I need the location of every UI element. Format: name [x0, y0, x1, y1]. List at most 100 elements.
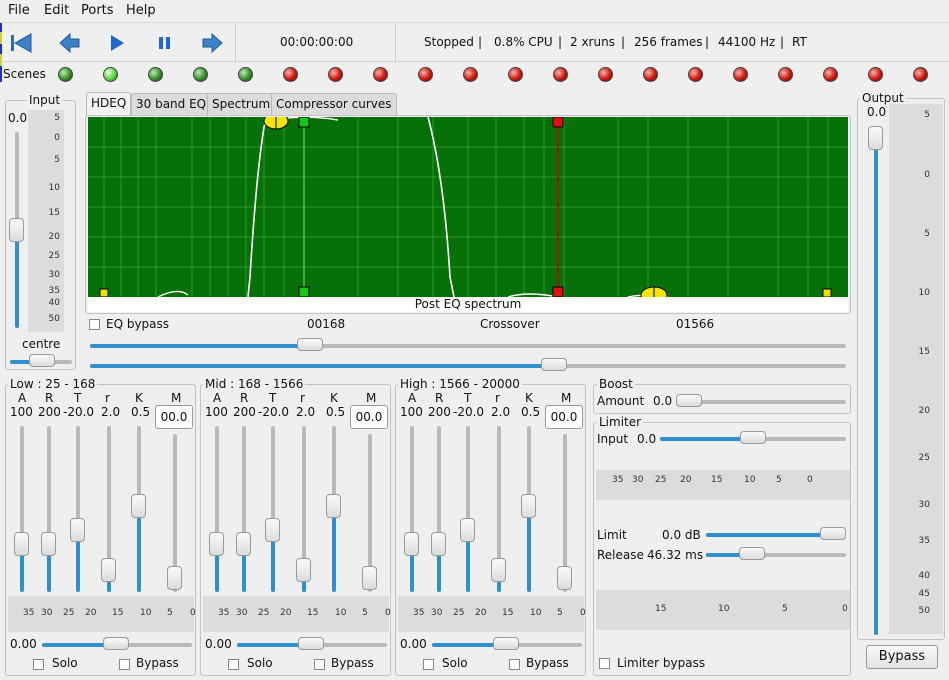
menu-file[interactable]: File — [8, 3, 30, 18]
band-param-value: 100 — [10, 405, 33, 419]
toolbar-separator — [235, 23, 236, 63]
band-makeup-slider[interactable] — [362, 566, 377, 590]
scene-led-3[interactable] — [148, 67, 163, 82]
output-meter-tick: 15 — [918, 347, 930, 357]
scene-led-16[interactable] — [733, 67, 748, 82]
scene-led-6[interactable] — [283, 67, 298, 82]
menu-edit[interactable]: Edit — [44, 3, 69, 18]
low-crossover-slider[interactable] — [297, 338, 323, 351]
tab-spectrum[interactable]: Spectrum — [207, 93, 276, 115]
band-gain-slider[interactable] — [493, 637, 519, 650]
scene-led-18[interactable] — [823, 67, 838, 82]
scene-led-5[interactable] — [238, 67, 253, 82]
input-balance-slider[interactable] — [29, 354, 55, 367]
tab-compressor-curves[interactable]: Compressor curves — [271, 93, 397, 115]
scene-led-13[interactable] — [598, 67, 613, 82]
scene-led-4[interactable] — [193, 67, 208, 82]
output-gain-value: 0.0 — [867, 105, 887, 119]
band-makeup-slider[interactable] — [557, 566, 572, 590]
forward-button[interactable] — [200, 31, 224, 55]
eq-bypass-checkbox[interactable] — [89, 319, 100, 330]
eq-band-handle-right[interactable] — [822, 288, 832, 297]
tab-hdeq[interactable]: HDEQ — [86, 92, 132, 116]
input-meter-tick: 10 — [48, 183, 60, 193]
scene-led-15[interactable] — [688, 67, 703, 82]
band-ratio-slider[interactable] — [491, 558, 506, 582]
band-release-slider[interactable] — [41, 532, 56, 556]
boost-amount-track[interactable] — [678, 400, 846, 404]
transport-time: 00:00:00:00 — [280, 35, 354, 49]
limiter-input-value: 0.0 — [637, 432, 657, 446]
scene-led-14[interactable] — [643, 67, 658, 82]
scene-led-12[interactable] — [553, 67, 568, 82]
output-gain-fill — [874, 140, 878, 635]
band-solo-checkbox[interactable] — [33, 659, 44, 670]
eq-curve-display[interactable] — [88, 117, 848, 297]
input-gain-slider[interactable] — [9, 218, 24, 242]
band-gain-slider[interactable] — [103, 637, 129, 650]
high-crossover-top-handle[interactable] — [552, 117, 564, 128]
band-solo-label: Solo — [442, 656, 468, 670]
menu-ports[interactable]: Ports — [81, 3, 114, 18]
band-threshold-slider[interactable] — [460, 518, 475, 542]
band-attack-slider[interactable] — [209, 532, 224, 556]
band-knee-slider[interactable] — [326, 494, 341, 518]
band-knee-slider[interactable] — [521, 494, 536, 518]
band-param-value: 0.5 — [326, 405, 346, 419]
scene-led-2[interactable] — [103, 67, 118, 82]
high-crossover-bottom-handle[interactable] — [552, 286, 564, 297]
band-gain-slider[interactable] — [298, 637, 324, 650]
scene-led-8[interactable] — [373, 67, 388, 82]
band-meter-tick: 10 — [335, 608, 347, 618]
band-makeup-slider[interactable] — [167, 566, 182, 590]
band-solo-label: Solo — [247, 656, 273, 670]
high-crossover-slider[interactable] — [541, 358, 567, 371]
scene-led-19[interactable] — [868, 67, 883, 82]
scenes-row: Scenes — [0, 62, 949, 88]
band-knee-slider[interactable] — [131, 494, 146, 518]
menu-help[interactable]: Help — [126, 3, 156, 18]
scene-led-7[interactable] — [328, 67, 343, 82]
scene-led-20[interactable] — [913, 67, 928, 82]
eq-band-handle-left[interactable] — [99, 288, 109, 297]
low-crossover-top-handle[interactable] — [298, 117, 310, 128]
limiter-input-slider[interactable] — [740, 431, 766, 444]
limiter-limit-slider[interactable] — [820, 527, 846, 540]
scene-led-11[interactable] — [508, 67, 523, 82]
band-threshold-slider[interactable] — [265, 518, 280, 542]
band-makeup-value-box[interactable]: 00.0 — [350, 405, 388, 429]
band-bypass-checkbox[interactable] — [314, 659, 325, 670]
low-crossover-bottom-handle[interactable] — [298, 286, 310, 297]
band-param-value: 100 — [205, 405, 228, 419]
scene-led-9[interactable] — [418, 67, 433, 82]
tab-30-band-eq[interactable]: 30 band EQ — [131, 93, 212, 115]
band-bypass-checkbox[interactable] — [119, 659, 130, 670]
band-makeup-value-box[interactable]: 00.0 — [155, 405, 193, 429]
band-threshold-slider[interactable] — [70, 518, 85, 542]
band-ratio-slider[interactable] — [296, 558, 311, 582]
scene-led-17[interactable] — [778, 67, 793, 82]
rewind-button[interactable] — [58, 31, 82, 55]
band-attack-slider[interactable] — [404, 532, 419, 556]
boost-amount-slider[interactable] — [676, 394, 702, 407]
band-release-slider[interactable] — [431, 532, 446, 556]
band-ratio-slider[interactable] — [101, 558, 116, 582]
limiter-release-slider[interactable] — [739, 547, 765, 560]
band-solo-checkbox[interactable] — [423, 659, 434, 670]
band-meter-tick: 0 — [190, 608, 196, 618]
output-bypass-button[interactable]: Bypass — [866, 645, 938, 669]
band-solo-checkbox[interactable] — [228, 659, 239, 670]
output-gain-slider[interactable] — [868, 126, 883, 150]
output-meter-tick: 45 — [918, 589, 930, 599]
band-release-slider[interactable] — [236, 532, 251, 556]
rewind-to-start-button[interactable] — [9, 31, 33, 55]
scene-led-10[interactable] — [463, 67, 478, 82]
band-attack-slider[interactable] — [14, 532, 29, 556]
pause-button[interactable] — [153, 31, 177, 55]
play-button[interactable] — [105, 31, 129, 55]
band-bypass-checkbox[interactable] — [509, 659, 520, 670]
band-makeup-value-box[interactable]: 00.0 — [545, 405, 583, 429]
arrow-left-icon — [59, 32, 80, 54]
scene-led-1[interactable] — [58, 67, 73, 82]
limiter-bypass-checkbox[interactable] — [599, 658, 610, 669]
